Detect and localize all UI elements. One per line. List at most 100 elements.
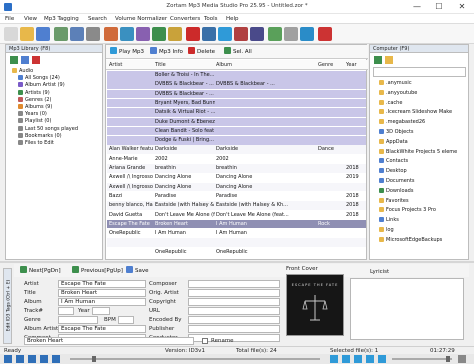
library-item[interactable]: Playlist (0) <box>18 118 51 124</box>
library-item[interactable]: Album Artist (9) <box>18 82 65 88</box>
library-item[interactable]: Bookmarks (0) <box>18 132 62 139</box>
lyrics-box[interactable] <box>350 278 464 340</box>
settings-icon[interactable] <box>284 27 298 41</box>
zoom-icon[interactable] <box>86 27 100 41</box>
table-row[interactable]: Anne-Marie 2002 2002 <box>107 154 366 164</box>
cd-icon[interactable] <box>250 27 264 41</box>
column-year[interactable]: Year <box>346 62 357 68</box>
table-row[interactable]: DVBBS & Blackbear - ... DVBBS & Blackbear… <box>107 80 366 89</box>
scan-icon[interactable] <box>54 27 68 41</box>
computer-item[interactable]: .Icecream Slideshow Make <box>379 109 452 115</box>
volume-handle[interactable] <box>446 356 450 362</box>
rename-field[interactable]: Broken Heart <box>24 337 194 345</box>
new-icon[interactable] <box>4 27 18 41</box>
computer-item[interactable]: Contacts <box>379 158 408 164</box>
url-field[interactable] <box>188 307 280 315</box>
prev-track-icon[interactable] <box>4 355 12 363</box>
computer-item[interactable]: .megabasted26 <box>379 119 425 125</box>
library-item[interactable]: Years (0) <box>18 111 47 117</box>
menu-converters[interactable]: Converters <box>170 16 200 22</box>
column-title[interactable]: Title <box>155 62 166 68</box>
forward-icon[interactable] <box>21 56 29 64</box>
table-row[interactable]: Escape The Fate Broken Heart I Am Human Roc… <box>107 219 366 229</box>
computer-item[interactable]: log <box>379 227 394 233</box>
table-row[interactable]: Boller & Troisi - In The... <box>107 71 366 80</box>
library-item[interactable]: Audio <box>12 68 33 74</box>
back-icon[interactable] <box>10 56 18 64</box>
mute-icon[interactable] <box>378 355 386 363</box>
computer-item[interactable]: 3D Objects <box>379 129 414 135</box>
minimize-button[interactable]: — <box>406 0 428 14</box>
rename-checkbox[interactable] <box>202 338 208 344</box>
table-row[interactable]: Axwell /\ Ingrosso Dancing Alone Dancing A… <box>107 173 366 182</box>
table-row[interactable]: Clean Bandit - Solo feat <box>107 126 366 136</box>
maximize-button[interactable]: ☐ <box>428 0 450 14</box>
computer-item[interactable]: .anyyoutube <box>379 89 417 96</box>
table-row[interactable]: Axwell /\ Ingrosso Dancing Alone Dancing A… <box>107 182 366 192</box>
convert-icon[interactable] <box>218 27 232 41</box>
library-item[interactable]: Albums (9) <box>18 104 52 110</box>
copyright-field[interactable] <box>188 298 280 306</box>
publisher-field[interactable] <box>188 325 280 333</box>
id3-icon[interactable] <box>120 27 134 41</box>
computer-item[interactable]: .cache <box>379 99 402 106</box>
stop-icon[interactable] <box>40 355 48 363</box>
menu-tools[interactable]: Tools <box>204 16 218 22</box>
playlist-icon[interactable] <box>354 355 362 363</box>
library-item[interactable]: Last 50 songs played <box>18 125 78 132</box>
computer-item[interactable]: Documents <box>379 178 415 184</box>
open-folder-icon[interactable] <box>20 27 34 41</box>
table-row[interactable]: Alan Walker featuring...DarksideDarkside… <box>107 145 366 154</box>
computer-item[interactable]: Downloads <box>379 187 413 194</box>
table-row[interactable]: OneRepublic OneRepublic <box>107 247 366 257</box>
home-folder-icon[interactable] <box>385 56 393 64</box>
drive-selector[interactable] <box>373 67 466 77</box>
table-row[interactable]: Ariana Grande breathin breathin 2018 <box>107 164 366 173</box>
orig-artist-field[interactable] <box>188 289 280 297</box>
computer-item[interactable]: MicrosoftEdgeBackups <box>379 236 442 243</box>
mp3-info-button[interactable]: Mp3 Info <box>150 47 183 57</box>
normalize-icon[interactable] <box>202 27 216 41</box>
next-track-icon[interactable] <box>52 355 60 363</box>
table-row[interactable]: Bryant Myers, Bad Bunny <box>107 98 366 108</box>
seek-handle[interactable] <box>92 356 96 362</box>
menu-search[interactable]: Search <box>88 16 107 22</box>
burn-icon[interactable] <box>234 27 248 41</box>
bpm-field[interactable] <box>118 316 134 324</box>
sync-icon[interactable] <box>268 27 282 41</box>
computer-item[interactable]: Links <box>379 217 399 223</box>
table-row[interactable]: Dodge & Fuski | Bring... <box>107 136 366 145</box>
splitter[interactable] <box>0 261 474 263</box>
youtube-icon[interactable] <box>186 27 200 41</box>
previous-button[interactable]: Previous[PgUp] <box>72 266 123 276</box>
computer-item[interactable]: .anymusic <box>379 80 412 86</box>
equalizer-icon[interactable] <box>366 355 374 363</box>
save-icon[interactable] <box>36 27 50 41</box>
remove-icon[interactable] <box>32 56 40 64</box>
artist-field[interactable]: Escape The Fate <box>58 280 146 288</box>
stop-icon[interactable] <box>318 27 332 41</box>
edit-tags-side-tab[interactable]: Edit ID3 Tags (Ctrl + E) <box>3 268 12 344</box>
table-row[interactable]: OneRepublic I Am Human I Am Human <box>107 229 366 238</box>
save-tag-button[interactable]: Save <box>126 266 149 276</box>
table-row[interactable]: Duke Dumont & Ebenezer <box>107 117 366 127</box>
select-all-button[interactable]: Sel. All <box>224 47 252 57</box>
repeat-icon[interactable] <box>342 355 350 363</box>
play-mp3-button[interactable]: Play Mp3 <box>110 47 144 57</box>
seek-bar[interactable] <box>70 358 320 360</box>
close-button[interactable]: ✕ <box>451 0 473 14</box>
computer-item[interactable]: Focus Projects 3 Pro <box>379 207 436 213</box>
menu-mp3-tagging[interactable]: Mp3 Tagging <box>44 16 79 22</box>
table-row[interactable]: benny blanco, Halsey...Eastside (with Ha… <box>107 201 366 210</box>
column-album[interactable]: Album <box>216 62 232 68</box>
pause-icon[interactable] <box>28 355 36 363</box>
shuffle-icon[interactable] <box>330 355 338 363</box>
mp3-icon[interactable] <box>104 27 118 41</box>
next-button[interactable]: Next[PgDn] <box>20 266 61 276</box>
play-icon[interactable] <box>16 355 24 363</box>
encoded-by-field[interactable] <box>188 316 280 324</box>
menu-help[interactable]: Help <box>226 16 239 22</box>
library-item[interactable]: All Songs (24) <box>18 75 60 81</box>
title-field[interactable]: Broken Heart <box>58 289 146 297</box>
library-item[interactable]: Artists (9) <box>18 89 50 96</box>
